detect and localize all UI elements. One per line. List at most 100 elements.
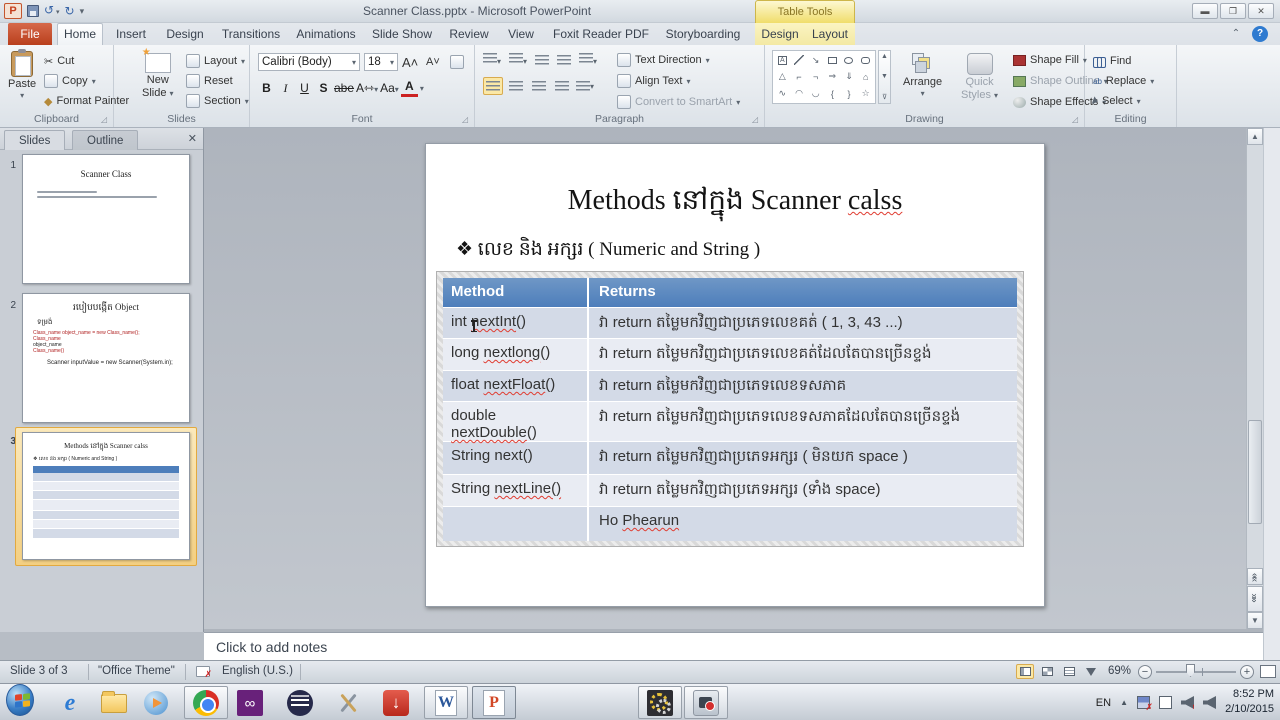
font-dialog-launcher-icon[interactable]: ◿ [462, 115, 472, 125]
powerpoint-icon[interactable]: P [480, 689, 508, 717]
method-cell[interactable]: String next() [443, 442, 589, 474]
previous-slide-button[interactable]: «« [1247, 568, 1263, 585]
method-cell[interactable]: int nextInt() [443, 308, 589, 338]
chrome-icon[interactable] [192, 689, 220, 717]
right-brace-shape-icon[interactable]: } [847, 89, 850, 99]
slide-2-thumbnail[interactable]: របៀបបង្កើត Object ទម្រង់ Class_name obje… [22, 293, 190, 423]
returns-cell[interactable]: វា return តម្លៃមកវិញជាប្រភេទលេខគត់ដែលតែប… [589, 339, 1017, 370]
drawing-dialog-launcher-icon[interactable]: ◿ [1072, 115, 1082, 125]
scribble-shape-icon[interactable]: ∿ [779, 88, 787, 99]
tab-insert[interactable]: Insert [108, 23, 154, 45]
java-ide-icon[interactable] [646, 689, 674, 717]
redo-icon[interactable]: ↻ [65, 3, 75, 19]
method-cell[interactable]: float nextFloat() [443, 371, 589, 401]
tray-document-icon[interactable] [1159, 696, 1172, 709]
tab-slides-pane[interactable]: Slides [4, 130, 66, 150]
tab-transitions[interactable]: Transitions [216, 23, 286, 45]
slide-1-thumbnail[interactable]: Scanner Class [22, 154, 190, 284]
line-spacing-button[interactable]: ▾ [579, 53, 597, 67]
returns-cell[interactable]: វា return តម្លៃមកវិញជាប្រភេទលេខគត់ ( 1, … [589, 308, 1017, 338]
shape-fill-button[interactable]: Shape Fill ▾ [1013, 51, 1087, 69]
tab-table-tools-layout[interactable]: Layout [806, 23, 854, 45]
star-shape-icon[interactable]: ☆ [862, 88, 870, 99]
method-cell[interactable]: long nextlong() [443, 339, 589, 370]
returns-cell[interactable]: វា return តម្លៃមកវិញជាប្រភេទលេខទសភាគ [589, 371, 1017, 401]
notes-pane[interactable]: Click to add notes [204, 632, 1263, 660]
collapse-ribbon-icon[interactable]: ⌃ [1228, 26, 1244, 42]
increase-indent-button[interactable] [557, 54, 572, 66]
word-icon[interactable]: W [432, 689, 460, 717]
slide-bullet-text[interactable]: ❖ លេខ និង អក្សរ ( Numeric and String ) [456, 237, 760, 265]
tab-storyboarding[interactable]: Storyboarding [660, 23, 746, 45]
eclipse-taskbar-icon[interactable] [286, 689, 314, 717]
vertical-scrollbar[interactable]: ▲ «« «« ▼ [1246, 128, 1263, 629]
audio-error-icon[interactable] [1181, 696, 1194, 709]
scroll-down-icon[interactable]: ▼ [1247, 612, 1263, 629]
shrink-font-button[interactable]: A˅ [426, 53, 440, 71]
tools-taskbar-icon[interactable] [334, 689, 362, 717]
slide-3-thumbnail[interactable]: Methods នៅក្នុង Scanner calss ❖ លេខ និង … [22, 432, 190, 560]
tab-home[interactable]: Home [57, 23, 103, 45]
tab-file[interactable]: File [8, 23, 52, 45]
bold-button[interactable]: B [258, 79, 275, 97]
table-header-returns[interactable]: Returns [589, 278, 1017, 307]
tab-animations[interactable]: Animations [291, 23, 361, 45]
paste-button[interactable]: Paste ▾ [8, 49, 36, 100]
clear-formatting-button[interactable] [450, 53, 464, 71]
select-button[interactable]: Select ▾ [1091, 92, 1141, 110]
convert-to-smartart-button[interactable]: Convert to SmartArt ▾ [617, 93, 740, 111]
oval-shape-icon[interactable] [844, 56, 854, 64]
font-color-dropdown-icon[interactable]: ▾ [420, 84, 424, 93]
find-button[interactable]: Find [1093, 52, 1131, 70]
restore-button[interactable]: ❐ [1220, 3, 1246, 19]
shapes-gallery-scroll[interactable]: ▲ ▼ ⊽ [878, 50, 891, 104]
character-spacing-button[interactable]: A⇿▾ [356, 79, 378, 97]
italic-button[interactable]: I [277, 79, 294, 97]
tab-design[interactable]: Design [159, 23, 211, 45]
scrollbar-thumb[interactable] [1248, 420, 1262, 524]
arrange-button[interactable]: Arrange ▾ [903, 53, 942, 98]
table-header-method[interactable]: Method [443, 278, 589, 307]
shapes-more-icon[interactable]: ⊽ [882, 93, 887, 101]
rounded-rectangle-shape-icon[interactable] [861, 56, 871, 64]
line-shape-icon[interactable] [793, 55, 804, 66]
tab-view[interactable]: View [500, 23, 542, 45]
underline-button[interactable]: U [296, 79, 313, 97]
help-icon[interactable]: ? [1252, 26, 1268, 42]
method-cell[interactable] [443, 507, 589, 541]
justify-button[interactable] [552, 77, 572, 95]
powerpoint-app-icon[interactable]: P [4, 3, 22, 19]
method-cell[interactable]: String nextLine() [443, 475, 589, 506]
customize-qat-icon[interactable]: ▾ [80, 6, 85, 17]
fit-to-window-button[interactable] [1260, 665, 1276, 678]
shapes-gallery[interactable]: A ↘ △ ⌐ ¬ ⇒ ⇓ ⌂ ∿ ◠ ◡ { } ☆ [772, 50, 876, 104]
new-slide-button[interactable]: New Slide ▾ [142, 47, 174, 99]
internet-explorer-taskbar-icon[interactable]: e [56, 689, 84, 717]
tab-foxit-reader-pdf[interactable]: Foxit Reader PDF [548, 23, 654, 45]
returns-cell[interactable]: Ho Phearun [589, 507, 1017, 541]
right-arrow-shape-icon[interactable]: ⇒ [829, 71, 837, 82]
media-player-taskbar-icon[interactable] [142, 689, 170, 717]
align-right-button[interactable] [529, 77, 549, 95]
table-selection-frame[interactable]: Method Returns int nextInt() វា return ត… [436, 271, 1024, 547]
triangle-shape-icon[interactable]: △ [779, 71, 786, 82]
replace-button[interactable]: ab Replace ▾ [1093, 72, 1154, 90]
align-left-button[interactable] [483, 77, 503, 95]
zoom-in-button[interactable]: + [1240, 665, 1254, 679]
numbering-button[interactable]: ▾ [509, 53, 527, 67]
close-button[interactable]: ✕ [1248, 3, 1274, 19]
taskbar-clock[interactable]: 8:52 PM 2/10/2015 [1225, 687, 1274, 717]
down-arrow-shape-icon[interactable]: ⇓ [845, 71, 853, 82]
clipboard-dialog-launcher-icon[interactable]: ◿ [101, 115, 111, 125]
left-brace-shape-icon[interactable]: { [831, 89, 834, 99]
section-button[interactable]: Section ▾ [186, 92, 249, 110]
align-text-button[interactable]: Align Text ▾ [617, 72, 691, 90]
rectangle-shape-icon[interactable] [827, 56, 837, 64]
theme-indicator[interactable]: "Office Theme" [98, 665, 175, 677]
language-indicator[interactable]: English (U.S.) [222, 665, 293, 677]
tab-outline-pane[interactable]: Outline [72, 130, 139, 150]
columns-button[interactable]: ▾ [575, 77, 595, 95]
slide-show-button[interactable] [1082, 664, 1100, 679]
next-slide-button[interactable]: «« [1247, 586, 1263, 612]
quick-styles-button[interactable]: Quick Styles ▾ [961, 53, 998, 101]
